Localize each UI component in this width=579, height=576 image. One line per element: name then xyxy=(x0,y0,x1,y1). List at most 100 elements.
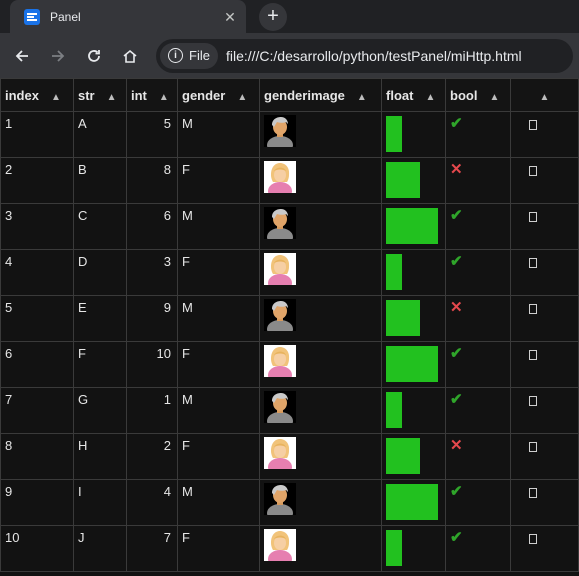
cell-str[interactable]: D xyxy=(73,249,127,296)
delete-row-icon[interactable] xyxy=(529,166,537,176)
delete-row-icon[interactable] xyxy=(529,442,537,452)
forward-arrow-icon[interactable] xyxy=(42,40,74,72)
cell-gender[interactable]: M xyxy=(177,387,260,434)
cell-gender[interactable]: F xyxy=(177,341,260,388)
browser-tab[interactable]: Panel ✕ xyxy=(10,0,246,33)
cell-genderimage[interactable] xyxy=(259,157,382,204)
new-tab-button[interactable]: + xyxy=(259,3,287,31)
cell-actions[interactable] xyxy=(510,295,579,342)
cell-gender[interactable]: M xyxy=(177,479,260,526)
header-gender[interactable]: gender ▲ xyxy=(177,78,260,112)
cell-index[interactable]: 4 xyxy=(0,249,74,296)
cell-bool[interactable]: ✕ xyxy=(445,295,511,342)
cell-actions[interactable] xyxy=(510,111,579,158)
cell-genderimage[interactable] xyxy=(259,203,382,250)
cell-float[interactable] xyxy=(381,249,446,296)
cell-str[interactable]: C xyxy=(73,203,127,250)
cell-actions[interactable] xyxy=(510,157,579,204)
cell-index[interactable]: 5 xyxy=(0,295,74,342)
cell-bool[interactable]: ✔ xyxy=(445,525,511,572)
cell-genderimage[interactable] xyxy=(259,525,382,572)
cell-int[interactable]: 5 xyxy=(126,111,178,158)
delete-row-icon[interactable] xyxy=(529,120,537,130)
delete-row-icon[interactable] xyxy=(529,534,537,544)
cell-actions[interactable] xyxy=(510,479,579,526)
cell-bool[interactable]: ✔ xyxy=(445,111,511,158)
sort-arrow-icon[interactable]: ▲ xyxy=(237,92,247,103)
cell-int[interactable]: 9 xyxy=(126,295,178,342)
cell-genderimage[interactable] xyxy=(259,295,382,342)
sort-arrow-icon[interactable]: ▲ xyxy=(107,92,117,103)
cell-bool[interactable]: ✔ xyxy=(445,341,511,388)
cell-actions[interactable] xyxy=(510,341,579,388)
cell-genderimage[interactable] xyxy=(259,341,382,388)
cell-genderimage[interactable] xyxy=(259,479,382,526)
cell-str[interactable]: H xyxy=(73,433,127,480)
header-genderimage[interactable]: genderimage ▲ xyxy=(259,78,382,112)
cell-gender[interactable]: F xyxy=(177,249,260,296)
cell-index[interactable]: 1 xyxy=(0,111,74,158)
cell-actions[interactable] xyxy=(510,525,579,572)
cell-float[interactable] xyxy=(381,295,446,342)
cell-float[interactable] xyxy=(381,157,446,204)
delete-row-icon[interactable] xyxy=(529,396,537,406)
cell-genderimage[interactable] xyxy=(259,433,382,480)
cell-float[interactable] xyxy=(381,479,446,526)
header-str[interactable]: str ▲ xyxy=(73,78,127,112)
cell-gender[interactable]: F xyxy=(177,157,260,204)
delete-row-icon[interactable] xyxy=(529,212,537,222)
cell-float[interactable] xyxy=(381,203,446,250)
cell-bool[interactable]: ✔ xyxy=(445,249,511,296)
delete-row-icon[interactable] xyxy=(529,488,537,498)
cell-genderimage[interactable] xyxy=(259,111,382,158)
cell-gender[interactable]: F xyxy=(177,433,260,480)
cell-bool[interactable]: ✔ xyxy=(445,479,511,526)
back-arrow-icon[interactable] xyxy=(6,40,38,72)
cell-gender[interactable]: M xyxy=(177,295,260,342)
cell-genderimage[interactable] xyxy=(259,249,382,296)
cell-index[interactable]: 8 xyxy=(0,433,74,480)
header-bool[interactable]: bool ▲ xyxy=(445,78,511,112)
sort-arrow-icon[interactable]: ▲ xyxy=(425,92,435,103)
cell-bool[interactable]: ✔ xyxy=(445,203,511,250)
cell-int[interactable]: 8 xyxy=(126,157,178,204)
header-index[interactable]: index ▲ xyxy=(0,78,74,112)
cell-str[interactable]: J xyxy=(73,525,127,572)
delete-row-icon[interactable] xyxy=(529,304,537,314)
close-tab-icon[interactable]: ✕ xyxy=(222,9,238,25)
reload-icon[interactable] xyxy=(78,40,110,72)
cell-int[interactable]: 4 xyxy=(126,479,178,526)
cell-index[interactable]: 10 xyxy=(0,525,74,572)
cell-bool[interactable]: ✔ xyxy=(445,387,511,434)
delete-row-icon[interactable] xyxy=(529,258,537,268)
cell-gender[interactable]: F xyxy=(177,525,260,572)
cell-actions[interactable] xyxy=(510,203,579,250)
header-int[interactable]: int ▲ xyxy=(126,78,178,112)
cell-genderimage[interactable] xyxy=(259,387,382,434)
sort-arrow-icon[interactable]: ▲ xyxy=(159,92,169,103)
cell-str[interactable]: A xyxy=(73,111,127,158)
cell-bool[interactable]: ✕ xyxy=(445,157,511,204)
cell-float[interactable] xyxy=(381,111,446,158)
cell-int[interactable]: 2 xyxy=(126,433,178,480)
url-text[interactable]: file:///C:/desarrollo/python/testPanel/m… xyxy=(226,48,522,64)
sort-arrow-icon[interactable]: ▲ xyxy=(540,92,550,103)
cell-index[interactable]: 2 xyxy=(0,157,74,204)
cell-index[interactable]: 7 xyxy=(0,387,74,434)
cell-index[interactable]: 3 xyxy=(0,203,74,250)
delete-row-icon[interactable] xyxy=(529,350,537,360)
cell-int[interactable]: 3 xyxy=(126,249,178,296)
home-icon[interactable] xyxy=(114,40,146,72)
cell-int[interactable]: 7 xyxy=(126,525,178,572)
cell-actions[interactable] xyxy=(510,387,579,434)
cell-str[interactable]: G xyxy=(73,387,127,434)
cell-int[interactable]: 1 xyxy=(126,387,178,434)
cell-float[interactable] xyxy=(381,341,446,388)
cell-actions[interactable] xyxy=(510,433,579,480)
cell-index[interactable]: 6 xyxy=(0,341,74,388)
cell-gender[interactable]: M xyxy=(177,111,260,158)
cell-int[interactable]: 6 xyxy=(126,203,178,250)
header-actions[interactable]: ▲ xyxy=(510,78,579,112)
cell-int[interactable]: 10 xyxy=(126,341,178,388)
cell-str[interactable]: I xyxy=(73,479,127,526)
